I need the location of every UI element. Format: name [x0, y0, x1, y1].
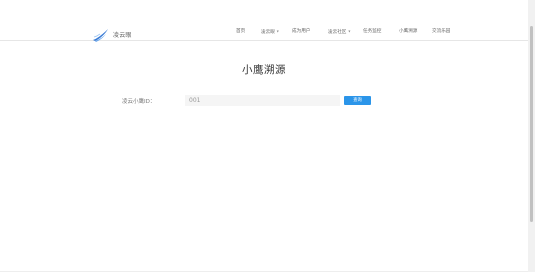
nav-item-label: 凌云社区 — [328, 30, 347, 35]
scrollbar-thumb[interactable] — [530, 26, 533, 222]
nav-item-label: 交流乐园 — [432, 29, 451, 34]
eagle-id-label: 凌云小鹰ID： — [122, 99, 156, 105]
eagle-id-input[interactable] — [185, 95, 340, 106]
nav-item-home[interactable]: 首页 — [236, 28, 245, 36]
nav-item-lingyunyan[interactable]: 凌云眼 ▾ — [261, 28, 279, 37]
nav-item-exchange[interactable]: 交流乐园 — [432, 28, 450, 36]
nav-item-label: 成为用户 — [292, 29, 311, 34]
nav-item-become-user[interactable]: 成为用户 — [292, 28, 310, 36]
nav-item-label: 凌云眼 — [261, 30, 275, 35]
chevron-down-icon: ▾ — [348, 28, 351, 34]
nav-item-label: 首页 — [236, 29, 246, 34]
top-navbar: 凌云眼 首页 凌云眼 ▾ 成为用户 凌云社区 ▾ 任务监控 小鹰溯源 交流乐园 — [0, 0, 528, 42]
page-title: 小鹰溯源 — [242, 64, 286, 76]
main-nav: 首页 凌云眼 ▾ 成为用户 凌云社区 ▾ 任务监控 小鹰溯源 交流乐园 — [0, 28, 528, 40]
nav-item-label: 小鹰溯源 — [399, 29, 418, 34]
vertical-scrollbar[interactable] — [528, 0, 535, 272]
nav-item-label: 任务监控 — [363, 29, 382, 34]
nav-item-community[interactable]: 凌云社区 ▾ — [328, 28, 350, 37]
query-button[interactable]: 查询 — [344, 96, 371, 105]
nav-item-eagle-trace[interactable]: 小鹰溯源 — [399, 28, 417, 36]
search-form: 凌云小鹰ID： 查询 — [0, 95, 528, 107]
nav-item-task-monitor[interactable]: 任务监控 — [363, 28, 381, 36]
chevron-down-icon: ▾ — [276, 28, 279, 34]
page: 凌云眼 首页 凌云眼 ▾ 成为用户 凌云社区 ▾ 任务监控 小鹰溯源 交流乐园 小鹰… — [0, 0, 535, 272]
